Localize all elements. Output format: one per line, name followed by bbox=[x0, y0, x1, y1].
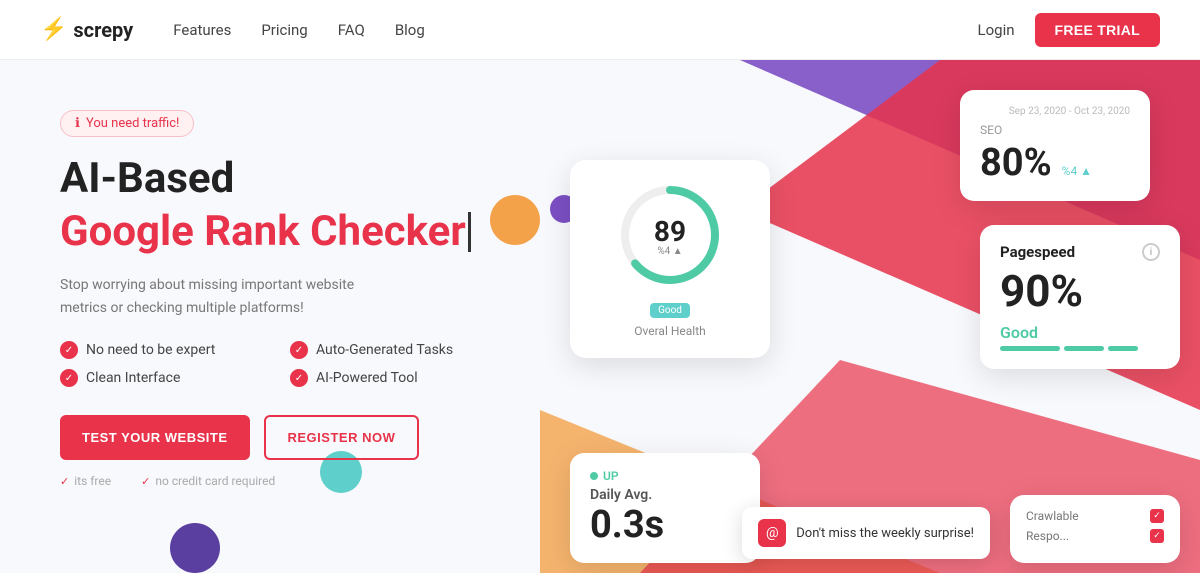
hero-right: 89 %4 ▲ Good Overal Health Sep 23, 2020 … bbox=[540, 60, 1200, 573]
nav-features[interactable]: Features bbox=[173, 21, 231, 39]
pagespeed-status: Good bbox=[1000, 323, 1160, 342]
nav-faq[interactable]: FAQ bbox=[338, 21, 365, 39]
crawlable-label-1: Crawlable bbox=[1026, 509, 1079, 523]
health-score: 89 bbox=[654, 215, 686, 248]
health-badge: Good bbox=[650, 303, 690, 318]
card-seo: Sep 23, 2020 - Oct 23, 2020 SEO 80% %4 ▲ bbox=[960, 90, 1150, 201]
info-icon-pagespeed: i bbox=[1142, 243, 1160, 261]
check-free-icon: ✓ bbox=[60, 475, 69, 488]
toast-text: Don't miss the weekly surprise! bbox=[796, 526, 974, 541]
navbar: ⚡ screpy Features Pricing FAQ Blog Login… bbox=[0, 0, 1200, 60]
register-button[interactable]: REGISTER NOW bbox=[264, 415, 420, 460]
hero-title-line1: AI-Based bbox=[60, 155, 500, 203]
hero-description: Stop worrying about missing important we… bbox=[60, 274, 400, 319]
pagespeed-bar-1 bbox=[1000, 346, 1060, 351]
card-daily-avg: UP Daily Avg. 0.3s bbox=[570, 453, 760, 563]
toast-notification: @ Don't miss the weekly surprise! bbox=[742, 507, 990, 559]
note-no-card: ✓ no credit card required bbox=[141, 474, 275, 488]
seo-label: SEO bbox=[980, 123, 1130, 137]
info-icon: ℹ bbox=[75, 116, 80, 131]
daily-status: UP bbox=[590, 469, 740, 483]
nav-blog[interactable]: Blog bbox=[395, 21, 425, 39]
feature-item-2: ✓ Auto-Generated Tasks bbox=[290, 341, 500, 359]
daily-value: 0.3s bbox=[590, 503, 740, 547]
check-card-icon: ✓ bbox=[141, 475, 150, 488]
nav-pricing[interactable]: Pricing bbox=[261, 21, 307, 39]
card-overall-health: 89 %4 ▲ Good Overal Health bbox=[570, 160, 770, 358]
pagespeed-bar-3 bbox=[1108, 346, 1138, 351]
traffic-badge: ℹ You need traffic! bbox=[60, 110, 194, 137]
pagespeed-bar-2 bbox=[1064, 346, 1104, 351]
card-pagespeed: Pagespeed i 90% Good bbox=[980, 225, 1180, 369]
health-gauge: 89 %4 ▲ bbox=[615, 180, 725, 290]
test-website-button[interactable]: TEST YOUR WEBSITE bbox=[60, 415, 250, 460]
crawlable-row-1: Crawlable ✓ bbox=[1026, 509, 1164, 523]
up-dot bbox=[590, 472, 598, 480]
feature-item-4: ✓ AI-Powered Tool bbox=[290, 369, 500, 387]
pagespeed-value: 90% bbox=[1000, 265, 1160, 317]
toast-icon: @ bbox=[758, 519, 786, 547]
cta-notes: ✓ its free ✓ no credit card required bbox=[60, 474, 500, 488]
badge-text: You need traffic! bbox=[86, 116, 179, 131]
health-label: Overal Health bbox=[590, 324, 750, 338]
logo-icon: ⚡ bbox=[40, 17, 67, 42]
crawlable-check-2: ✓ bbox=[1150, 529, 1164, 543]
login-button[interactable]: Login bbox=[978, 21, 1015, 39]
cursor bbox=[468, 212, 471, 252]
logo[interactable]: ⚡ screpy bbox=[40, 17, 133, 42]
health-sub: %4 ▲ bbox=[657, 246, 682, 257]
pagespeed-label: Pagespeed bbox=[1000, 243, 1075, 261]
hero-section: ℹ You need traffic! AI-Based Google Rank… bbox=[0, 60, 1200, 573]
free-trial-button[interactable]: FREE TRIAL bbox=[1035, 13, 1160, 47]
feature-item-3: ✓ Clean Interface bbox=[60, 369, 270, 387]
check-icon-2: ✓ bbox=[290, 341, 308, 359]
hero-title-line2: Google Rank Checker bbox=[60, 207, 500, 256]
crawlable-label-2: Respo... bbox=[1026, 529, 1069, 543]
seo-value-row: 80% %4 ▲ bbox=[980, 141, 1130, 185]
crawlable-check-1: ✓ bbox=[1150, 509, 1164, 523]
nav-links: Features Pricing FAQ Blog bbox=[173, 20, 425, 39]
card-crawlable: Crawlable ✓ Respo... ✓ bbox=[1010, 495, 1180, 563]
check-icon-3: ✓ bbox=[60, 369, 78, 387]
crawlable-row-2: Respo... ✓ bbox=[1026, 529, 1164, 543]
nav-right: Login FREE TRIAL bbox=[978, 13, 1160, 47]
pagespeed-bars bbox=[1000, 346, 1160, 351]
pagespeed-header: Pagespeed i bbox=[1000, 243, 1160, 261]
check-icon-1: ✓ bbox=[60, 341, 78, 359]
hero-left: ℹ You need traffic! AI-Based Google Rank… bbox=[0, 60, 540, 573]
seo-change: %4 ▲ bbox=[1062, 164, 1092, 178]
feature-item-1: ✓ No need to be expert bbox=[60, 341, 270, 359]
logo-text: screpy bbox=[73, 18, 133, 42]
check-icon-4: ✓ bbox=[290, 369, 308, 387]
cta-buttons: TEST YOUR WEBSITE REGISTER NOW bbox=[60, 415, 500, 460]
daily-label: Daily Avg. bbox=[590, 487, 740, 503]
card-date: Sep 23, 2020 - Oct 23, 2020 bbox=[980, 106, 1130, 117]
note-free: ✓ its free bbox=[60, 474, 111, 488]
seo-value: 80% bbox=[980, 141, 1052, 185]
feature-list: ✓ No need to be expert ✓ Auto-Generated … bbox=[60, 341, 500, 387]
